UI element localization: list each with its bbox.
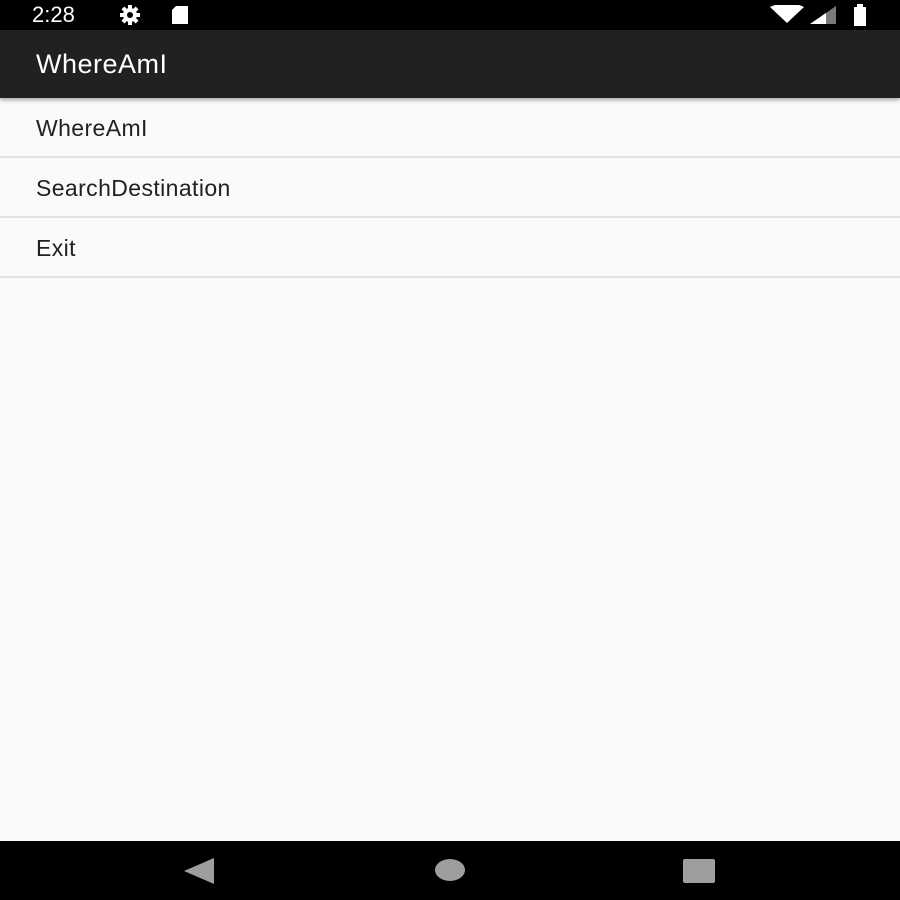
sd-card-icon xyxy=(172,6,188,24)
gear-icon xyxy=(120,5,140,25)
signal-icon xyxy=(810,6,836,24)
app-title: WhereAmI xyxy=(36,49,168,79)
home-icon[interactable] xyxy=(433,858,467,882)
app-screen: 2:28 WhereAmI WhereAmI SearchDestination… xyxy=(0,0,900,900)
menu-item-label: SearchDestination xyxy=(36,175,231,201)
menu-item-label: Exit xyxy=(36,235,76,261)
menu-item-label: WhereAmI xyxy=(36,115,148,141)
wifi-icon xyxy=(770,5,804,23)
menu-item-whereami[interactable]: WhereAmI xyxy=(0,98,900,158)
status-bar: 2:28 xyxy=(0,0,900,30)
back-icon[interactable] xyxy=(182,858,216,884)
status-time: 2:28 xyxy=(32,2,75,27)
action-bar: WhereAmI xyxy=(0,30,900,98)
menu-list: WhereAmI SearchDestination Exit xyxy=(0,98,900,278)
recents-icon[interactable] xyxy=(682,858,716,884)
navigation-bar xyxy=(0,841,900,900)
menu-item-exit[interactable]: Exit xyxy=(0,218,900,278)
menu-item-searchdestination[interactable]: SearchDestination xyxy=(0,158,900,218)
battery-icon xyxy=(854,4,866,26)
